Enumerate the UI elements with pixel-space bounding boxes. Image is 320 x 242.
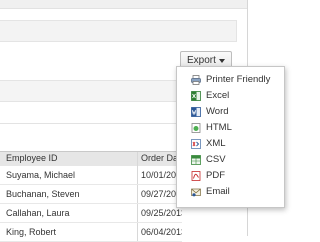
menu-item-label: PDF xyxy=(206,170,225,181)
menu-item-label: Word xyxy=(206,106,229,117)
cell-employee: Suyama, Michael xyxy=(6,170,76,180)
grid-header: Employee ID Order Date xyxy=(0,151,182,167)
menu-item-label: Excel xyxy=(206,90,230,101)
column-separator xyxy=(137,204,138,222)
menu-item-word[interactable]: Word xyxy=(177,104,284,120)
menu-item-printer-friendly[interactable]: Printer Friendly xyxy=(177,72,284,88)
export-menu: Printer Friendly Excel Word HTML XML CSV… xyxy=(176,66,285,208)
word-icon xyxy=(191,107,201,117)
filter-bar xyxy=(0,20,237,42)
table-row[interactable]: King, Robert 06/04/2013 xyxy=(0,223,182,242)
xml-icon xyxy=(191,139,201,149)
menu-item-label: Email xyxy=(206,186,230,197)
caret-down-icon xyxy=(219,59,225,63)
menu-item-label: Printer Friendly xyxy=(206,74,271,85)
excel-icon xyxy=(191,91,201,101)
table-row[interactable]: Suyama, Michael 10/01/2013 xyxy=(0,166,182,185)
cell-employee: Buchanan, Steven xyxy=(6,189,80,199)
cell-employee: Callahan, Laura xyxy=(6,208,70,218)
menu-item-label: XML xyxy=(206,138,226,149)
table-row[interactable]: Callahan, Laura 09/25/2013 xyxy=(0,204,182,223)
cell-order-date: 06/04/2013 xyxy=(141,227,182,237)
menu-item-csv[interactable]: CSV xyxy=(177,152,284,168)
column-header-employee-id[interactable]: Employee ID xyxy=(6,150,58,166)
menu-item-email[interactable]: Email xyxy=(177,184,284,200)
menu-item-html[interactable]: HTML xyxy=(177,120,284,136)
menu-item-pdf[interactable]: PDF xyxy=(177,168,284,184)
export-button-label: Export xyxy=(187,55,216,66)
cell-employee: King, Robert xyxy=(6,227,57,237)
column-separator[interactable] xyxy=(137,152,138,166)
column-separator xyxy=(137,223,138,241)
csv-icon xyxy=(191,155,201,165)
email-icon xyxy=(191,188,201,197)
column-separator xyxy=(137,185,138,203)
menu-item-excel[interactable]: Excel xyxy=(177,88,284,104)
menu-item-label: CSV xyxy=(206,154,226,165)
table-row[interactable]: Buchanan, Steven 09/27/2013 xyxy=(0,185,182,204)
pdf-icon xyxy=(191,171,201,181)
menu-item-xml[interactable]: XML xyxy=(177,136,284,152)
top-toolbar-strip xyxy=(0,0,247,9)
menu-item-label: HTML xyxy=(206,122,232,133)
column-separator xyxy=(137,166,138,184)
html-icon xyxy=(191,123,201,133)
printer-icon xyxy=(191,75,201,85)
